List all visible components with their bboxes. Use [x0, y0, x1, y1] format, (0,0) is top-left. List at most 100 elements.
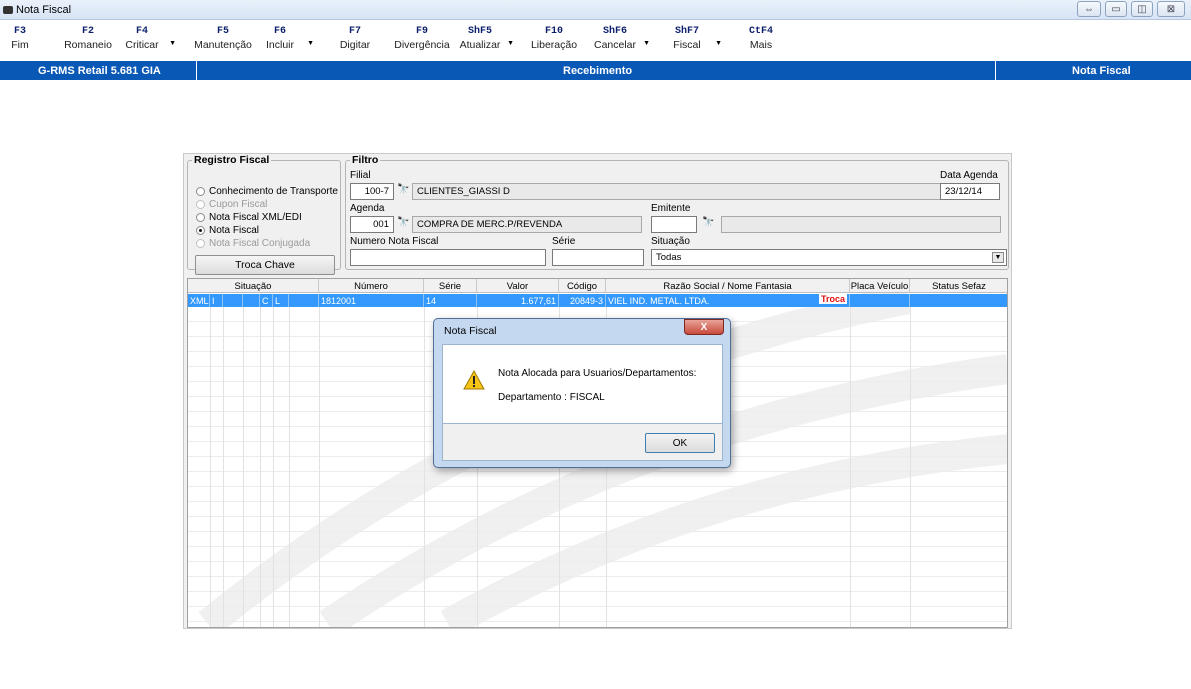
app-version: G-RMS Retail 5.681 GIA	[38, 64, 161, 77]
status-separator	[196, 61, 197, 80]
incluir-dropdown-icon[interactable]: ▼	[307, 40, 314, 47]
fkey-cancelar[interactable]: ShF6 Cancelar ▼	[592, 26, 650, 51]
dialog-title: Nota Fiscal	[444, 325, 497, 337]
fkey-manutencao[interactable]: F5 Manutenção	[192, 26, 254, 51]
radio-nota-fiscal[interactable]: Nota Fiscal	[196, 225, 338, 236]
fkey-divergencia[interactable]: F9 Divergência	[390, 26, 454, 51]
app-icon	[3, 5, 13, 14]
filial-code-field[interactable]: 100-7	[350, 183, 394, 200]
grid-header: Situação Número Série Valor Código Razão…	[188, 279, 1007, 293]
grid-col-line	[289, 294, 290, 627]
maximize-button[interactable]: ◫	[1131, 1, 1153, 17]
cancelar-dropdown-icon[interactable]: ▼	[643, 40, 650, 47]
radio-nota-fiscal-conjugada: Nota Fiscal Conjugada	[196, 238, 338, 249]
dialog-departamento: Departamento : FISCAL	[498, 392, 605, 403]
grid-line	[188, 606, 1007, 607]
screen-name: Nota Fiscal	[1072, 64, 1131, 77]
fkey-fiscal[interactable]: ShF7 Fiscal ▼	[664, 26, 722, 51]
fkey-criticar-key: F4	[135, 26, 148, 37]
filial-name-field: CLIENTES_GIASSI D	[412, 183, 996, 200]
fkey-fiscal-key: ShF7	[674, 26, 699, 37]
warning-icon	[463, 370, 485, 390]
grid-line	[188, 576, 1007, 577]
fkey-fim-key: F3	[13, 26, 26, 37]
serie-field[interactable]	[552, 249, 644, 266]
col-header-valor[interactable]: Valor	[477, 279, 559, 293]
codigo-cell: 20849-3	[559, 294, 606, 307]
serie-label: Série	[552, 236, 576, 247]
fkey-atualizar[interactable]: ShF5 Atualizar ▼	[458, 26, 514, 51]
fkey-romaneio[interactable]: F2 Romaneio	[64, 26, 112, 51]
grid-line	[188, 486, 1007, 487]
troca-chave-button[interactable]: Troca Chave	[195, 255, 335, 275]
radio-label: Nota Fiscal	[209, 225, 260, 236]
situacao-select[interactable]: Todas ▼	[651, 249, 1007, 266]
grid-line	[188, 621, 1007, 622]
agenda-desc-field: COMPRA DE MERC.P/REVENDA	[412, 216, 642, 233]
fkey-digitar-key: F7	[348, 26, 361, 37]
radio-label: Nota Fiscal Conjugada	[209, 238, 311, 249]
module-name: Recebimento	[563, 64, 633, 77]
nota-fiscal-dialog: Nota Fiscal X Nota Alocada para Usuarios…	[433, 318, 731, 468]
fkey-digitar[interactable]: F7 Digitar	[336, 26, 374, 51]
radio-cupon-fiscal: Cupon Fiscal	[196, 199, 338, 210]
ok-button[interactable]: OK	[645, 433, 715, 453]
col-header-status-sefaz[interactable]: Status Sefaz	[910, 279, 1007, 293]
grid-col-line	[210, 294, 211, 627]
status-separator	[995, 61, 996, 80]
placa-cell	[850, 294, 910, 307]
filial-search-icon[interactable]: 🔭	[397, 184, 409, 195]
col-header-serie[interactable]: Série	[424, 279, 477, 293]
grid-col-line	[223, 294, 224, 627]
atualizar-dropdown-icon[interactable]: ▼	[507, 40, 514, 47]
window-title: Nota Fiscal	[16, 3, 72, 16]
fkey-digitar-label: Digitar	[339, 39, 371, 51]
col-header-numero[interactable]: Número	[319, 279, 424, 293]
sit-blank-cell	[289, 294, 319, 307]
data-agenda-field[interactable]: 23/12/14	[940, 183, 1000, 200]
grid-col-line	[850, 294, 851, 627]
fkey-divergencia-label: Divergência	[394, 39, 450, 51]
radio-label: Cupon Fiscal	[209, 199, 268, 210]
numero-nota-field[interactable]	[350, 249, 546, 266]
criticar-dropdown-icon[interactable]: ▼	[169, 40, 176, 47]
situacao-label: Situação	[651, 236, 690, 247]
agenda-code-field[interactable]: 001	[350, 216, 394, 233]
grid-line	[188, 591, 1007, 592]
radio-button[interactable]	[196, 213, 205, 222]
fkey-criticar[interactable]: F4 Criticar ▼	[120, 26, 176, 51]
col-header-razao-social[interactable]: Razão Social / Nome Fantasia	[606, 279, 850, 293]
dialog-close-button[interactable]: X	[684, 319, 724, 335]
radio-button-selected[interactable]	[196, 226, 205, 235]
radio-button	[196, 239, 205, 248]
fkey-fim[interactable]: F3 Fim	[8, 26, 32, 51]
emitente-code-field[interactable]	[651, 216, 697, 233]
agenda-search-icon[interactable]: 🔭	[397, 217, 409, 228]
fkey-liberacao[interactable]: F10 Liberação	[528, 26, 580, 51]
radio-conhecimento-transporte[interactable]: Conhecimento de Transporte	[196, 186, 338, 197]
filial-label: Filial	[350, 170, 371, 181]
fkey-cancelar-label: Cancelar	[593, 39, 637, 51]
minimize-button[interactable]: ▭	[1105, 1, 1127, 17]
chevron-down-icon[interactable]: ▼	[992, 252, 1004, 263]
table-row-selected[interactable]: XML I C L 1812001 14 1.677,61 20849-3 VI…	[188, 294, 1007, 307]
sit-empty-cell	[243, 294, 260, 307]
col-header-placa[interactable]: Placa Veículo	[850, 279, 910, 293]
col-header-codigo[interactable]: Código	[559, 279, 606, 293]
emitente-search-icon[interactable]: 🔭	[702, 217, 714, 228]
restore-window-button[interactable]: ⇔	[1077, 1, 1101, 17]
fkey-mais[interactable]: CtF4 Mais	[746, 26, 776, 51]
fiscal-dropdown-icon[interactable]: ▼	[715, 40, 722, 47]
fkey-romaneio-key: F2	[81, 26, 94, 37]
fkey-criticar-label: Criticar	[125, 39, 159, 51]
col-header-situacao[interactable]: Situação	[188, 279, 319, 293]
grid-col-line	[910, 294, 911, 627]
grid-col-line	[273, 294, 274, 627]
fkey-incluir[interactable]: F6 Incluir ▼	[258, 26, 314, 51]
radio-nota-fiscal-xml-edi[interactable]: Nota Fiscal XML/EDI	[196, 212, 338, 223]
fkey-mais-label: Mais	[749, 39, 773, 51]
radio-button[interactable]	[196, 187, 205, 196]
razao-social-text: VIEL IND. METAL. LTDA.	[608, 295, 710, 306]
close-window-button[interactable]: ⊠	[1157, 1, 1185, 17]
grid-line	[188, 516, 1007, 517]
